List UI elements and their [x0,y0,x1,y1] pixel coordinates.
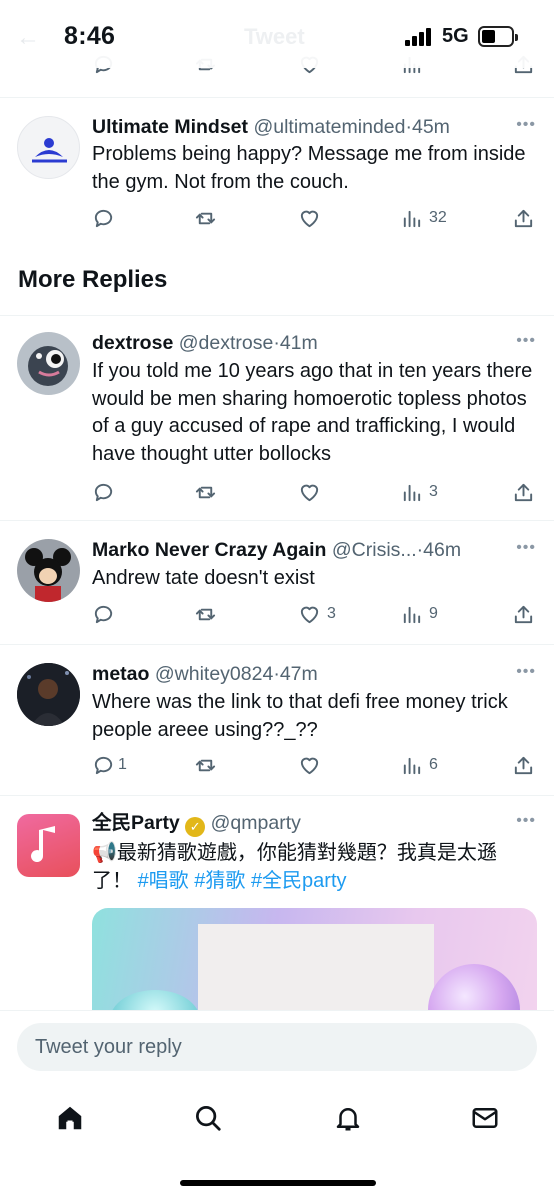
reply-icon[interactable] [92,600,115,628]
section-title: More Replies [18,266,168,293]
header-title: Tweet [244,24,305,49]
decor-ball [110,990,200,1010]
views-button[interactable]: 6 [400,751,438,779]
home-indicator [180,1180,376,1186]
retweet-icon[interactable] [194,204,217,232]
author-handle[interactable]: @dextrose [179,332,274,354]
more-options-icon[interactable]: ••• [516,663,536,681]
reply-icon[interactable] [92,204,115,232]
like-button[interactable]: 3 [298,600,336,628]
tweet-feed: Ultimate Mindset @ultimateminded·45m Pro… [0,0,554,1010]
cellular-signal-icon [405,28,435,46]
views-count: 6 [429,756,438,773]
views-button[interactable]: 9 [400,600,438,628]
tweet-text: Problems being happy? Message me from in… [92,143,526,193]
reply-count: 1 [118,756,127,773]
verified-badge-icon: ✓ [185,817,206,837]
search-icon[interactable] [188,1098,228,1138]
views-button[interactable]: 3 [400,478,438,506]
author-handle[interactable]: @qmparty [211,812,301,834]
author-name[interactable]: Ultimate Mindset [92,116,248,138]
avatar[interactable] [17,539,80,602]
megaphone-icon: 📢 [92,842,117,864]
like-icon[interactable] [298,478,321,506]
share-icon[interactable] [512,600,535,628]
reply-button[interactable]: 1 [92,751,127,779]
status-time: 8:46 [64,22,116,50]
author-handle[interactable]: @whitey0824 [155,663,273,685]
tweet-time: 46m [423,539,462,561]
author-name[interactable]: Marko Never Crazy Again [92,539,326,561]
battery-icon [478,26,518,47]
more-options-icon[interactable]: ••• [516,812,536,830]
status-bar: ← Tweet 8:46 5G [0,0,554,68]
messages-icon[interactable] [465,1098,505,1138]
author-name[interactable]: metao [92,663,149,685]
reply-dextrose[interactable]: dextrose @dextrose·41m If you told me 10… [0,316,554,521]
reply-input[interactable]: Tweet your reply [17,1023,537,1071]
hashtag-link[interactable]: #猜歌 [194,870,245,892]
more-options-icon[interactable]: ••• [516,332,536,350]
likes-count: 3 [327,605,336,622]
back-arrow-icon[interactable]: ← [16,24,40,52]
avatar[interactable] [17,332,80,395]
network-type: 5G [442,25,469,47]
retweet-icon[interactable] [194,600,217,628]
reply-composer: Tweet your reply [0,1010,554,1088]
tweet-time: 47m [279,663,318,685]
tweet-ultimate-mindset[interactable]: Ultimate Mindset @ultimateminded·45m Pro… [0,98,554,250]
views-count: 3 [429,483,438,500]
tweet-text: Where was the link to that defi free mon… [92,691,508,741]
reply-icon[interactable] [92,478,115,506]
blurred-media [198,924,434,1010]
reply-metao[interactable]: metao @whitey0824·47m Where was the link… [0,645,554,796]
share-icon[interactable] [512,751,535,779]
home-icon[interactable] [50,1098,90,1138]
avatar[interactable] [17,116,80,179]
views-count: 9 [429,605,438,622]
share-icon[interactable] [512,204,535,232]
tweet-text: Andrew tate doesn't exist [92,567,315,589]
like-icon[interactable] [298,204,321,232]
reply-marko[interactable]: Marko Never Crazy Again @Crisis...·46m A… [0,521,554,645]
media-card[interactable] [92,908,537,1010]
like-icon[interactable] [298,751,321,779]
notifications-icon[interactable] [328,1098,368,1138]
tweet-time: 45m [411,116,450,138]
retweet-icon[interactable] [194,751,217,779]
more-options-icon[interactable]: ••• [516,539,536,557]
author-name[interactable]: dextrose [92,332,173,354]
hashtag-link[interactable]: #全民party [251,870,347,892]
retweet-icon[interactable] [194,478,217,506]
hashtag-link[interactable]: #唱歌 [138,870,189,892]
author-handle[interactable]: @Crisis... [332,539,417,561]
tweet-time: 41m [279,332,318,354]
author-name[interactable]: 全民Party [92,812,180,834]
views-button[interactable]: 32 [400,204,447,232]
avatar[interactable] [17,663,80,726]
microphone-image [428,964,520,1010]
app-logo[interactable] [17,814,80,877]
views-count: 32 [429,209,447,226]
author-handle[interactable]: @ultimateminded [253,116,405,138]
more-options-icon[interactable]: ••• [516,116,536,134]
tweet-text: If you told me 10 years ago that in ten … [92,360,533,465]
share-icon[interactable] [512,478,535,506]
